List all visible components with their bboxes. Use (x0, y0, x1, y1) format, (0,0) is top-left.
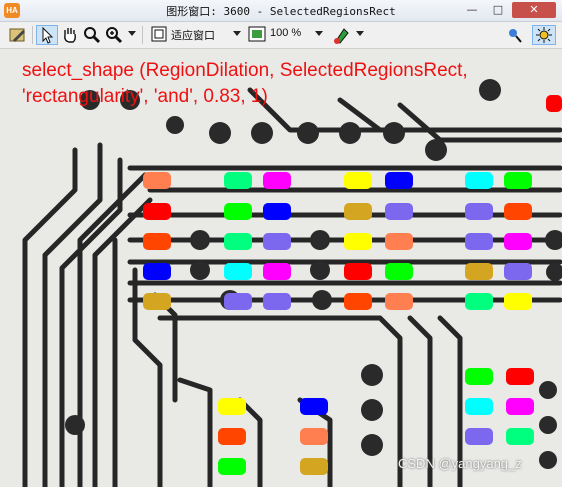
selected-region-pad (506, 428, 534, 445)
selected-region-pad (344, 172, 372, 189)
selected-region-pad (546, 95, 562, 112)
chevron-down-icon[interactable] (233, 31, 241, 36)
selected-region-pad (385, 233, 413, 250)
selected-region-pad (300, 398, 328, 415)
pixel-info-icon[interactable] (505, 25, 525, 45)
selected-region-pad (300, 458, 328, 475)
pcb-image (22, 79, 562, 487)
fit-window-icon[interactable] (150, 25, 170, 45)
magnifier-icon[interactable] (82, 25, 102, 45)
selected-region-pad (504, 293, 532, 310)
selected-region-pad (504, 203, 532, 220)
selected-region-pad (218, 398, 246, 415)
chevron-down-icon[interactable] (128, 31, 136, 36)
selected-region-pad (218, 428, 246, 445)
minimize-button[interactable]: — (460, 2, 484, 18)
selected-region-pad (504, 233, 532, 250)
maximize-button[interactable]: □ (486, 2, 510, 18)
zoom-dropdown-icon[interactable] (104, 25, 126, 45)
selected-region-pad (300, 428, 328, 445)
pcb-traces (22, 87, 562, 487)
pointer-icon[interactable] (36, 25, 58, 45)
selected-region-pad (465, 172, 493, 189)
selected-region-pad (263, 172, 291, 189)
selected-region-pad (224, 293, 252, 310)
toolbar-separator (32, 26, 33, 44)
selected-region-pad (143, 233, 171, 250)
selected-region-pad (504, 263, 532, 280)
chevron-down-icon[interactable] (315, 31, 323, 36)
selected-region-pad (465, 368, 493, 385)
zoom-level-label[interactable]: 100 % (270, 27, 301, 39)
selected-region-pad (344, 293, 372, 310)
watermark: CSDN @yangyang_z (398, 456, 522, 471)
close-button[interactable]: ✕ (512, 2, 556, 18)
toolbar-separator (142, 26, 143, 44)
selected-region-pad (385, 263, 413, 280)
selected-region-pad (385, 172, 413, 189)
selected-region-pad (143, 172, 171, 189)
selected-region-pad (465, 293, 493, 310)
selected-region-pad (263, 293, 291, 310)
selected-region-pad (143, 293, 171, 310)
selected-region-pad (344, 263, 372, 280)
image-canvas[interactable]: select_shape (RegionDilation, SelectedRe… (0, 49, 562, 487)
selected-region-pad (504, 172, 532, 189)
selected-region-pad (218, 458, 246, 475)
selected-region-pad (465, 428, 493, 445)
settings-icon[interactable] (532, 25, 556, 45)
chevron-down-icon[interactable] (356, 31, 364, 36)
selected-region-pad (385, 293, 413, 310)
paint-icon[interactable] (332, 25, 354, 45)
selected-region-pad (465, 398, 493, 415)
selected-region-pad (465, 263, 493, 280)
selected-region-pad (344, 233, 372, 250)
fit-window-label[interactable]: 适应窗口 (171, 27, 215, 43)
selected-region-pad (465, 203, 493, 220)
selected-region-pad (143, 263, 171, 280)
selected-region-pad (506, 368, 534, 385)
title-bar: HA 图形窗口: 3600 - SelectedRegionsRect — □ … (0, 0, 562, 22)
selected-region-pad (506, 398, 534, 415)
operator-text-line1: select_shape (RegionDilation, SelectedRe… (22, 60, 468, 81)
zoom-icon[interactable] (248, 25, 268, 45)
selected-region-pad (224, 203, 252, 220)
selected-region-pad (224, 263, 252, 280)
selected-region-pad (224, 233, 252, 250)
selected-region-pad (465, 233, 493, 250)
operator-text-line2: 'rectangularity', 'and', 0.83, 1) (22, 86, 268, 107)
selected-region-pad (263, 233, 291, 250)
selected-region-pad (385, 203, 413, 220)
selected-region-pad (224, 172, 252, 189)
selected-region-pad (263, 203, 291, 220)
selected-region-pad (143, 203, 171, 220)
save-icon[interactable] (8, 25, 28, 45)
selected-region-pad (344, 203, 372, 220)
graphics-toolbar: 适应窗口 100 % (0, 22, 562, 49)
selected-region-pad (263, 263, 291, 280)
hand-icon[interactable] (60, 25, 80, 45)
